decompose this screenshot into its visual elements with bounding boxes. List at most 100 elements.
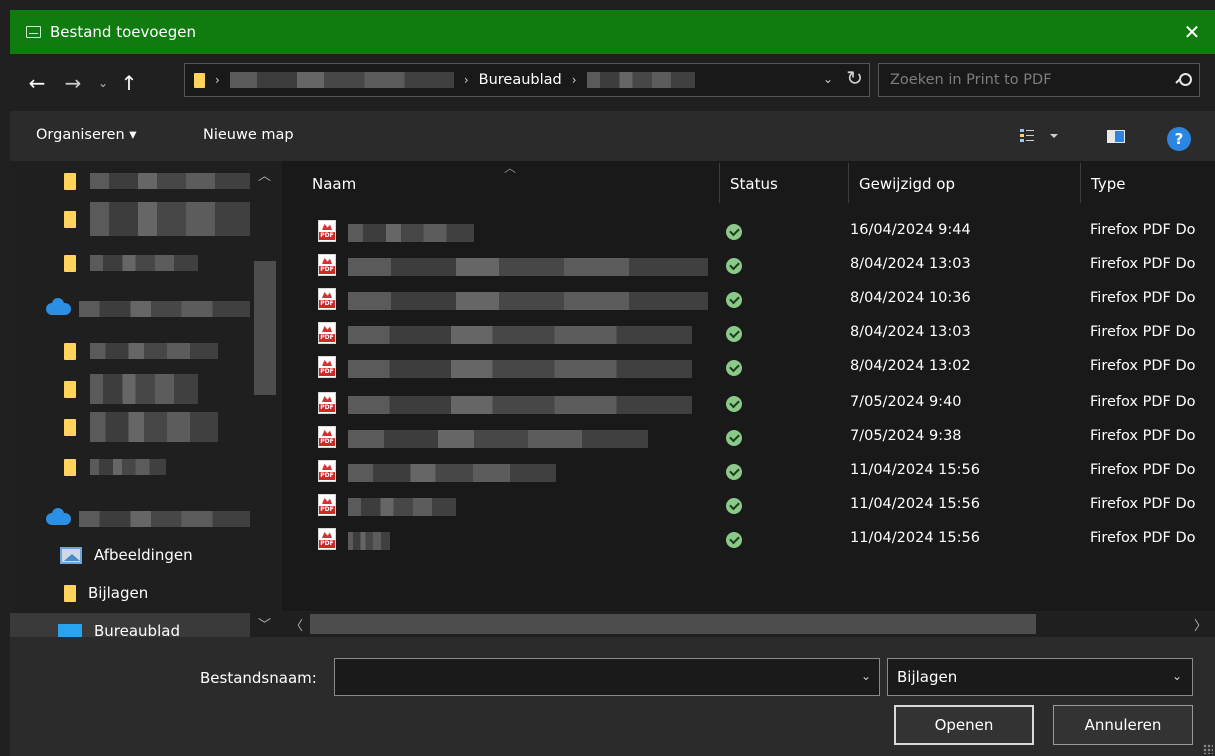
- file-row[interactable]: PDF 7/05/2024 9:38 Firefox PDF Do: [282, 420, 1215, 454]
- synced-status-icon: [726, 532, 742, 548]
- nav-item-redacted[interactable]: [10, 333, 250, 369]
- command-bar: Organiseren ▾ Nieuwe map ?: [10, 111, 1215, 161]
- file-row[interactable]: PDF 8/04/2024 13:02 Firefox PDF Do: [282, 350, 1215, 384]
- column-divider[interactable]: [719, 163, 720, 203]
- file-type: Firefox PDF Do: [1090, 462, 1196, 478]
- synced-status-icon: [726, 360, 742, 376]
- preview-pane-button[interactable]: [1106, 125, 1128, 147]
- file-type: Firefox PDF Do: [1090, 428, 1196, 444]
- view-list-icon: [1020, 129, 1058, 142]
- file-type: Firefox PDF Do: [1090, 222, 1196, 238]
- search-input[interactable]: [879, 72, 1159, 88]
- nav-item-redacted[interactable]: [10, 409, 250, 445]
- column-divider[interactable]: [848, 163, 849, 203]
- scrollbar-thumb[interactable]: [254, 261, 276, 395]
- file-row[interactable]: PDF 8/04/2024 13:03 Firefox PDF Do: [282, 316, 1215, 350]
- folder-icon: [64, 210, 76, 228]
- nav-item-redacted[interactable]: [10, 449, 250, 485]
- file-row[interactable]: PDF 11/04/2024 15:56 Firefox PDF Do: [282, 488, 1215, 522]
- chevron-down-icon[interactable]: ⌄: [1172, 669, 1182, 683]
- file-list-horizontal-scrollbar[interactable]: 〈 〉: [282, 611, 1215, 637]
- breadcrumb-redacted[interactable]: [586, 72, 695, 88]
- column-header-modified[interactable]: Gewijzigd op: [859, 161, 955, 207]
- back-button[interactable]: ←: [24, 68, 50, 98]
- nav-item-afbeeldingen[interactable]: Afbeeldingen: [10, 537, 250, 573]
- pdf-file-icon: PDF: [318, 426, 336, 448]
- nav-item-bureaublad[interactable]: Bureaublad: [10, 613, 250, 637]
- file-modified: 7/05/2024 9:40: [850, 394, 962, 410]
- file-row[interactable]: PDF 8/04/2024 13:03 Firefox PDF Do: [282, 248, 1215, 282]
- scroll-up-icon[interactable]: ︿: [258, 165, 271, 184]
- pdf-file-icon: PDF: [318, 220, 336, 242]
- pdf-file-icon: PDF: [318, 460, 336, 482]
- scroll-left-icon[interactable]: 〈: [290, 615, 303, 634]
- nav-item-redacted[interactable]: [10, 163, 250, 199]
- window-title: Bestand toevoegen: [50, 23, 197, 41]
- nav-item-redacted[interactable]: [10, 371, 250, 407]
- filetype-value: Bijlagen: [897, 668, 958, 686]
- filename-combobox[interactable]: ⌄: [334, 658, 880, 696]
- pdf-file-icon: PDF: [318, 288, 336, 310]
- forward-button[interactable]: →: [60, 68, 86, 98]
- search-icon[interactable]: [1175, 72, 1192, 88]
- organize-button[interactable]: Organiseren ▾: [36, 127, 137, 143]
- pdf-file-icon: PDF: [318, 254, 336, 276]
- scroll-down-icon[interactable]: ﹀: [258, 614, 271, 633]
- breadcrumb-separator: ›: [571, 73, 577, 87]
- nav-item-redacted[interactable]: [10, 201, 250, 237]
- filetype-select[interactable]: Bijlagen ⌄: [887, 658, 1193, 696]
- file-type: Firefox PDF Do: [1090, 290, 1196, 306]
- file-name-redacted: [348, 224, 474, 242]
- file-type: Firefox PDF Do: [1090, 324, 1196, 340]
- nav-vertical-scrollbar[interactable]: ︿ ﹀: [254, 161, 280, 637]
- view-options-button[interactable]: [1020, 125, 1058, 147]
- scroll-right-icon[interactable]: 〉: [1194, 615, 1207, 634]
- file-list[interactable]: ︿ Naam Status Gewijzigd op Type PDF 16/0…: [282, 161, 1215, 637]
- filename-input[interactable]: [335, 659, 835, 695]
- nav-item-label: Bijlagen: [88, 584, 149, 602]
- file-modified: 8/04/2024 13:02: [850, 358, 971, 374]
- nav-item-onedrive[interactable]: [10, 501, 250, 537]
- close-button[interactable]: ✕: [1169, 10, 1215, 54]
- onedrive-icon: [46, 508, 72, 525]
- scrollbar-thumb[interactable]: [310, 614, 1036, 634]
- column-divider[interactable]: [1080, 163, 1081, 203]
- nav-item-onedrive[interactable]: [10, 291, 250, 327]
- file-row[interactable]: PDF 11/04/2024 15:56 Firefox PDF Do: [282, 454, 1215, 488]
- refresh-button[interactable]: ↻: [846, 66, 863, 90]
- file-type: Firefox PDF Do: [1090, 530, 1196, 546]
- breadcrumb-redacted[interactable]: [229, 72, 454, 88]
- folder-icon: [64, 380, 76, 398]
- up-button[interactable]: ↑: [116, 68, 142, 98]
- pdf-file-icon: PDF: [318, 322, 336, 344]
- folder-icon: [64, 342, 76, 360]
- file-modified: 11/04/2024 15:56: [850, 496, 980, 512]
- nav-item-bijlagen[interactable]: Bijlagen: [10, 575, 250, 611]
- address-dropdown-button[interactable]: ⌄: [823, 72, 833, 86]
- help-button[interactable]: ?: [1167, 127, 1191, 151]
- breadcrumb-bureaublad[interactable]: Bureaublad: [479, 72, 562, 88]
- nav-item-label: Afbeeldingen: [94, 546, 193, 564]
- sort-ascending-icon: ︿: [504, 161, 517, 175]
- column-header-status[interactable]: Status: [730, 161, 778, 207]
- file-row[interactable]: PDF 7/05/2024 9:40 Firefox PDF Do: [282, 386, 1215, 420]
- file-row[interactable]: PDF 11/04/2024 15:56 Firefox PDF Do: [282, 522, 1215, 556]
- navigation-pane[interactable]: Afbeeldingen Bijlagen Bureaublad ︿ ﹀: [10, 161, 282, 637]
- new-folder-button[interactable]: Nieuwe map: [203, 127, 294, 143]
- file-row[interactable]: PDF 8/04/2024 10:36 Firefox PDF Do: [282, 282, 1215, 316]
- open-button[interactable]: Openen: [894, 705, 1034, 745]
- column-header-type[interactable]: Type: [1091, 161, 1125, 207]
- file-row[interactable]: PDF 16/04/2024 9:44 Firefox PDF Do: [282, 214, 1215, 248]
- nav-item-redacted[interactable]: [10, 245, 250, 281]
- chevron-down-icon[interactable]: ⌄: [861, 669, 871, 683]
- recent-locations-button[interactable]: ⌄: [90, 68, 116, 98]
- file-modified: 8/04/2024 10:36: [850, 290, 971, 306]
- file-modified: 11/04/2024 15:56: [850, 462, 980, 478]
- resize-grip-icon[interactable]: [1203, 744, 1213, 754]
- cancel-button[interactable]: Annuleren: [1053, 705, 1193, 745]
- address-bar[interactable]: › › Bureaublad › ⌄ ↻: [184, 63, 870, 97]
- folder-icon: [64, 172, 76, 190]
- search-box[interactable]: [878, 63, 1200, 97]
- file-modified: 7/05/2024 9:38: [850, 428, 962, 444]
- column-header-name[interactable]: Naam: [312, 161, 356, 207]
